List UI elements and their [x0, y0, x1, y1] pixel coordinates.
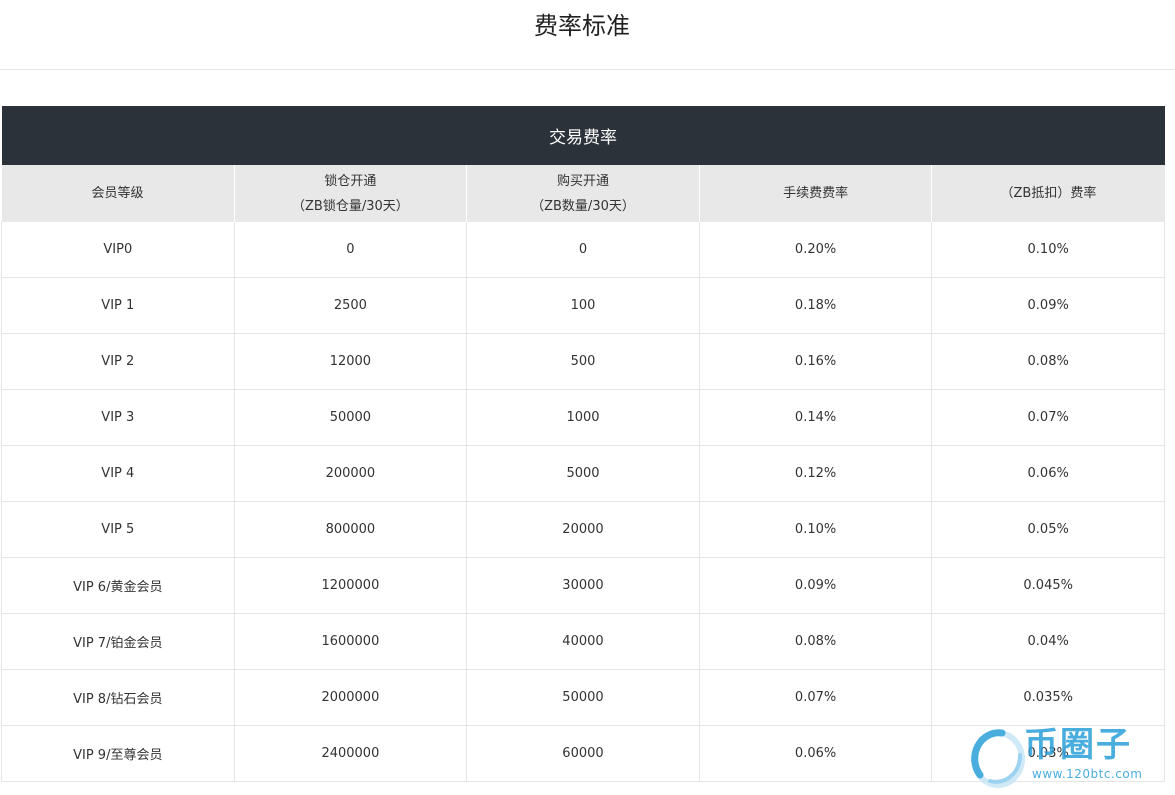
table-header-row: 会员等级 锁仓开通 （ZB锁仓量/30天） 购买开通 （ZB数量/30天） 手续…: [1, 165, 1165, 222]
cell-zb-fee: 0.04%: [931, 613, 1165, 670]
cell-fee: 0.16%: [699, 333, 933, 390]
cell-lock: 50000: [234, 389, 468, 446]
cell-fee: 0.18%: [699, 277, 933, 334]
table-row: VIP 3 50000 1000 0.14% 0.07%: [1, 389, 1165, 446]
cell-level: VIP 2: [1, 333, 235, 390]
header-line: （ZB抵扣）费率: [1000, 186, 1097, 201]
table-row: VIP0 0 0 0.20% 0.10%: [1, 222, 1165, 278]
table-caption: 交易费率: [1, 106, 1165, 165]
cell-buy: 40000: [466, 613, 700, 670]
cell-level: VIP 3: [1, 389, 235, 446]
cell-lock: 1600000: [234, 613, 468, 670]
cell-fee: 0.20%: [699, 222, 933, 278]
cell-level: VIP 5: [1, 501, 235, 558]
cell-level: VIP 9/至尊会员: [1, 725, 235, 782]
cell-level: VIP 1: [1, 277, 235, 334]
cell-level: VIP0: [1, 222, 235, 278]
title-divider: [0, 69, 1175, 70]
cell-buy: 1000: [466, 389, 700, 446]
cell-lock: 2000000: [234, 669, 468, 726]
cell-buy: 500: [466, 333, 700, 390]
column-header-fee: 手续费费率: [699, 165, 933, 222]
cell-buy: 20000: [466, 501, 700, 558]
cell-zb-fee: 0.08%: [931, 333, 1165, 390]
cell-fee: 0.10%: [699, 501, 933, 558]
table-caption-row: 交易费率: [1, 106, 1165, 165]
cell-zb-fee: 0.05%: [931, 501, 1165, 558]
header-line: 锁仓开通: [324, 173, 377, 189]
table-row: VIP 2 12000 500 0.16% 0.08%: [1, 333, 1165, 390]
header-subline: （ZB锁仓量/30天）: [292, 198, 409, 214]
cell-buy: 100: [466, 277, 700, 334]
watermark: 币圈子 www.120btc.com: [968, 721, 1173, 793]
fee-table: 交易费率 会员等级 锁仓开通 （ZB锁仓量/30天） 购买开通 （ZB数量/30…: [1, 106, 1165, 782]
cell-buy: 60000: [466, 725, 700, 782]
cell-buy: 30000: [466, 557, 700, 614]
watermark-text: 币圈子: [1024, 725, 1132, 765]
cell-buy: 5000: [466, 445, 700, 502]
column-header-zb-fee: （ZB抵扣）费率: [931, 165, 1165, 222]
cell-lock: 2400000: [234, 725, 468, 782]
cell-lock: 1200000: [234, 557, 468, 614]
cell-level: VIP 6/黄金会员: [1, 557, 235, 614]
column-header-buy: 购买开通 （ZB数量/30天）: [466, 165, 700, 222]
cell-lock: 0: [234, 222, 468, 278]
cell-zb-fee: 0.035%: [931, 669, 1165, 726]
cell-lock: 12000: [234, 333, 468, 390]
page: 费率标准 交易费率 会员等级 锁仓开通 （ZB锁仓量/30天） 购买开通 （ZB…: [0, 0, 1175, 795]
cell-zb-fee: 0.10%: [931, 222, 1165, 278]
table-body: VIP0 0 0 0.20% 0.10% VIP 1 2500 100 0.18% 0.09% VI…: [1, 222, 1165, 782]
cell-buy: 50000: [466, 669, 700, 726]
cell-fee: 0.06%: [699, 725, 933, 782]
header-line: 会员等级: [91, 186, 144, 201]
table-row: VIP 6/黄金会员 1200000 30000 0.09% 0.045%: [1, 557, 1165, 614]
cell-fee: 0.08%: [699, 613, 933, 670]
cell-fee: 0.07%: [699, 669, 933, 726]
cell-level: VIP 7/铂金会员: [1, 613, 235, 670]
table-row: VIP 5 800000 20000 0.10% 0.05%: [1, 501, 1165, 558]
table-row: VIP 7/铂金会员 1600000 40000 0.08% 0.04%: [1, 613, 1165, 670]
cell-level: VIP 8/钻石会员: [1, 669, 235, 726]
page-title: 费率标准: [534, 12, 630, 40]
cell-lock: 800000: [234, 501, 468, 558]
cell-zb-fee: 0.045%: [931, 557, 1165, 614]
cell-fee: 0.09%: [699, 557, 933, 614]
cell-zb-fee: 0.09%: [931, 277, 1165, 334]
cell-zb-fee: 0.06%: [931, 445, 1165, 502]
column-header-lock: 锁仓开通 （ZB锁仓量/30天）: [234, 165, 468, 222]
ring-logo-icon: [971, 729, 1025, 788]
cell-level: VIP 4: [1, 445, 235, 502]
cell-fee: 0.14%: [699, 389, 933, 446]
cell-zb-fee: 0.07%: [931, 389, 1165, 446]
cell-buy: 0: [466, 222, 700, 278]
header-subline: （ZB数量/30天）: [531, 198, 635, 214]
table-row: VIP 4 200000 5000 0.12% 0.06%: [1, 445, 1165, 502]
table-row: VIP 1 2500 100 0.18% 0.09%: [1, 277, 1165, 334]
header-line: 手续费费率: [783, 186, 849, 201]
table-row: VIP 8/钻石会员 2000000 50000 0.07% 0.035%: [1, 669, 1165, 726]
cell-lock: 200000: [234, 445, 468, 502]
column-header-level: 会员等级: [1, 165, 235, 222]
cell-fee: 0.12%: [699, 445, 933, 502]
cell-lock: 2500: [234, 277, 468, 334]
watermark-url: www.120btc.com: [1032, 767, 1143, 781]
header-line: 购买开通: [556, 173, 609, 189]
